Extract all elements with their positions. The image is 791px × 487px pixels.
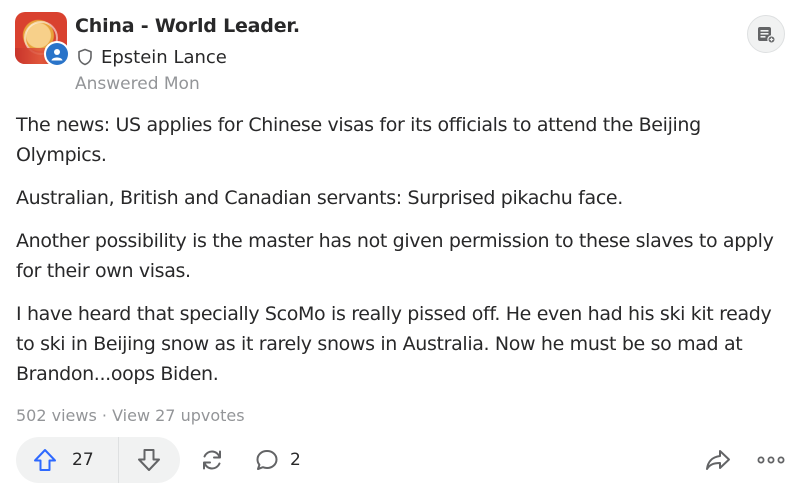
answer-header: China - World Leader. Epstein Lance Answ… bbox=[15, 12, 785, 96]
upvote-button[interactable]: 27 bbox=[16, 437, 119, 483]
comment-icon bbox=[256, 450, 278, 470]
vote-pill: 27 bbox=[16, 437, 180, 483]
answer-paragraph: Australian, British and Canadian servant… bbox=[16, 187, 623, 209]
arrow-up-icon bbox=[34, 449, 56, 471]
reshare-button[interactable] bbox=[198, 446, 226, 474]
author-avatar[interactable] bbox=[44, 41, 70, 67]
answered-timestamp[interactable]: Answered Mon bbox=[75, 74, 200, 94]
answer-paragraph: The news: US applies for Chinese visas f… bbox=[16, 114, 701, 166]
views-upvotes-stats[interactable]: 502 views · View 27 upvotes bbox=[16, 406, 245, 425]
more-options-icon bbox=[757, 456, 785, 464]
share-button[interactable] bbox=[704, 447, 732, 473]
downvote-button[interactable] bbox=[119, 437, 179, 483]
follow-space-icon bbox=[758, 27, 776, 44]
comment-count: 2 bbox=[290, 450, 301, 470]
author-name-link[interactable]: Epstein Lance bbox=[101, 47, 227, 68]
follow-space-button[interactable] bbox=[747, 15, 785, 53]
comment-button[interactable]: 2 bbox=[254, 446, 301, 474]
answer-paragraph: Another possibility is the master has no… bbox=[16, 230, 774, 282]
more-options-button[interactable] bbox=[755, 447, 787, 473]
default-avatar-icon bbox=[46, 43, 68, 65]
upvote-count: 27 bbox=[72, 450, 94, 470]
shield-icon bbox=[78, 48, 92, 66]
action-bar: 27 2 bbox=[16, 437, 786, 483]
answer-content: The news: US applies for Chinese visas f… bbox=[16, 110, 776, 402]
arrow-down-icon bbox=[138, 449, 160, 471]
answer-paragraph: I have heard that specially ScoMo is rea… bbox=[16, 303, 772, 385]
space-name-link[interactable]: China - World Leader. bbox=[75, 15, 300, 37]
share-arrow-icon bbox=[706, 450, 730, 470]
author-row: Epstein Lance bbox=[75, 45, 227, 69]
reshare-icon bbox=[203, 450, 221, 470]
